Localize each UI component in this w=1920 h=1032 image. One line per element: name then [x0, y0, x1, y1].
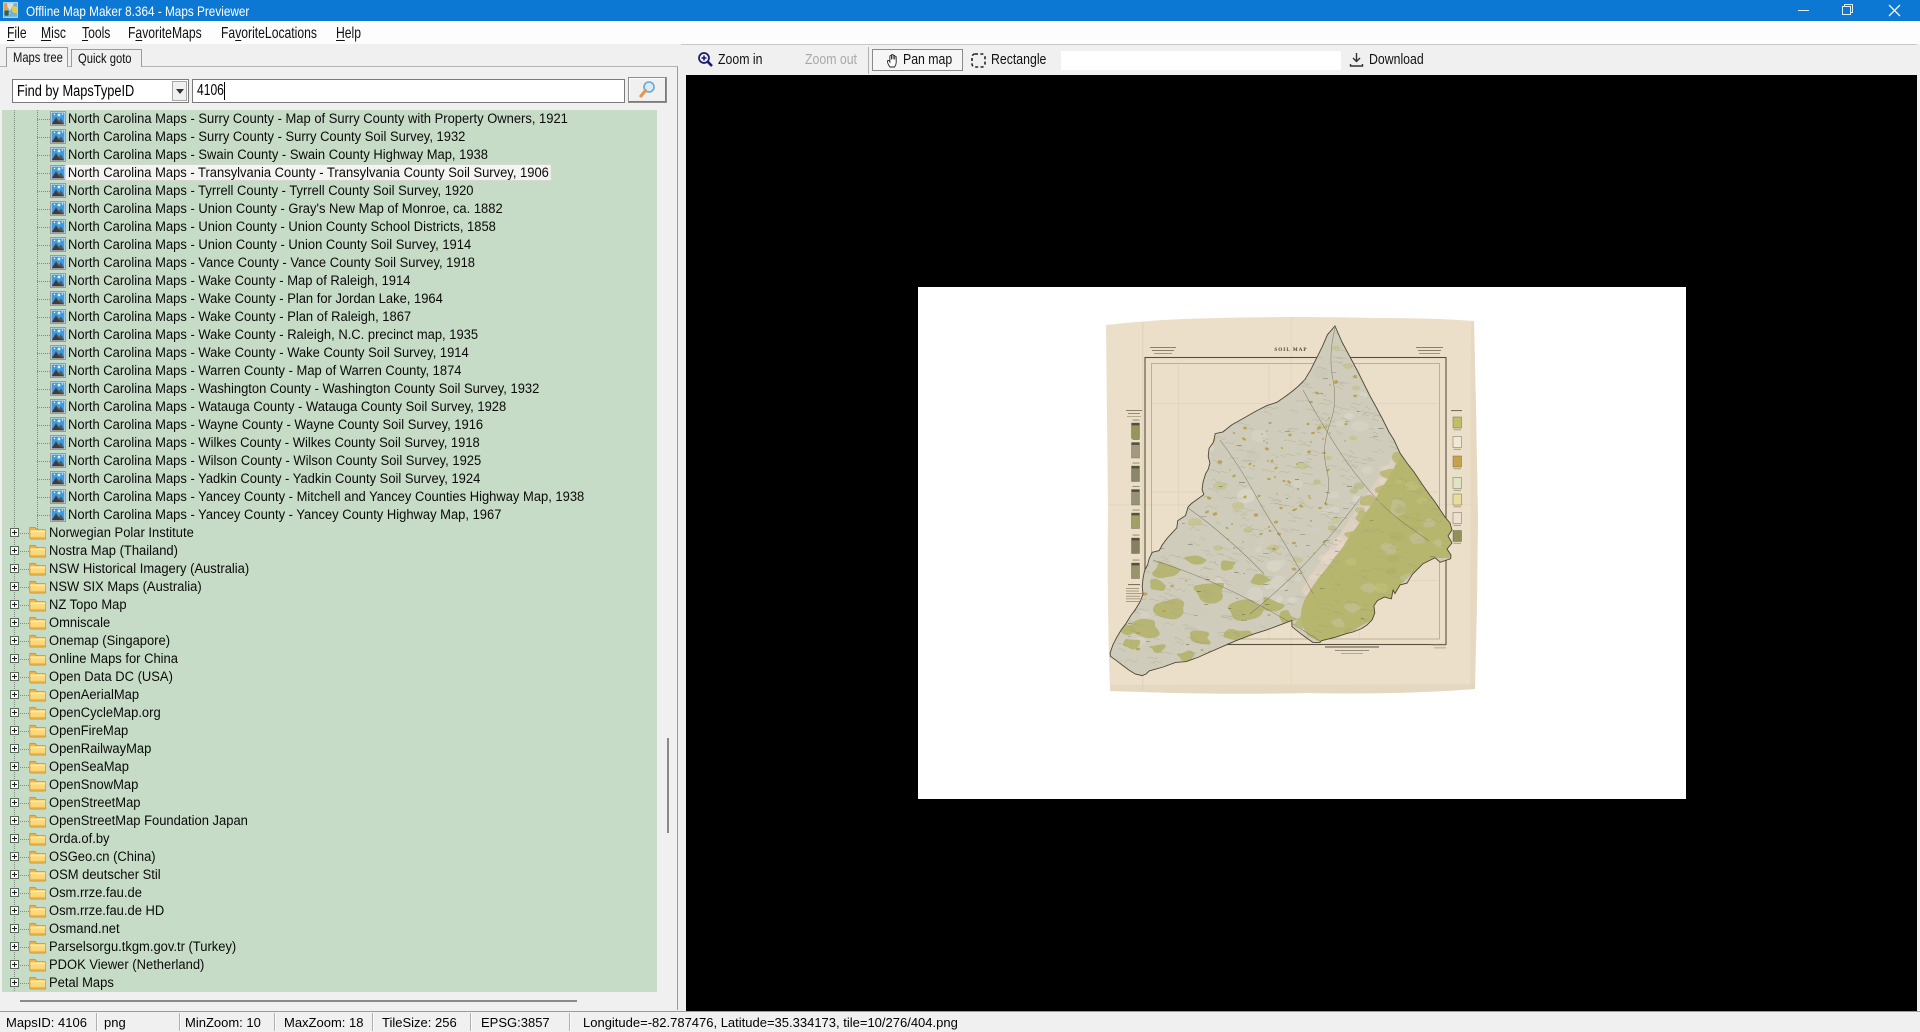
- svg-text:SOIL MAP: SOIL MAP: [1274, 347, 1307, 353]
